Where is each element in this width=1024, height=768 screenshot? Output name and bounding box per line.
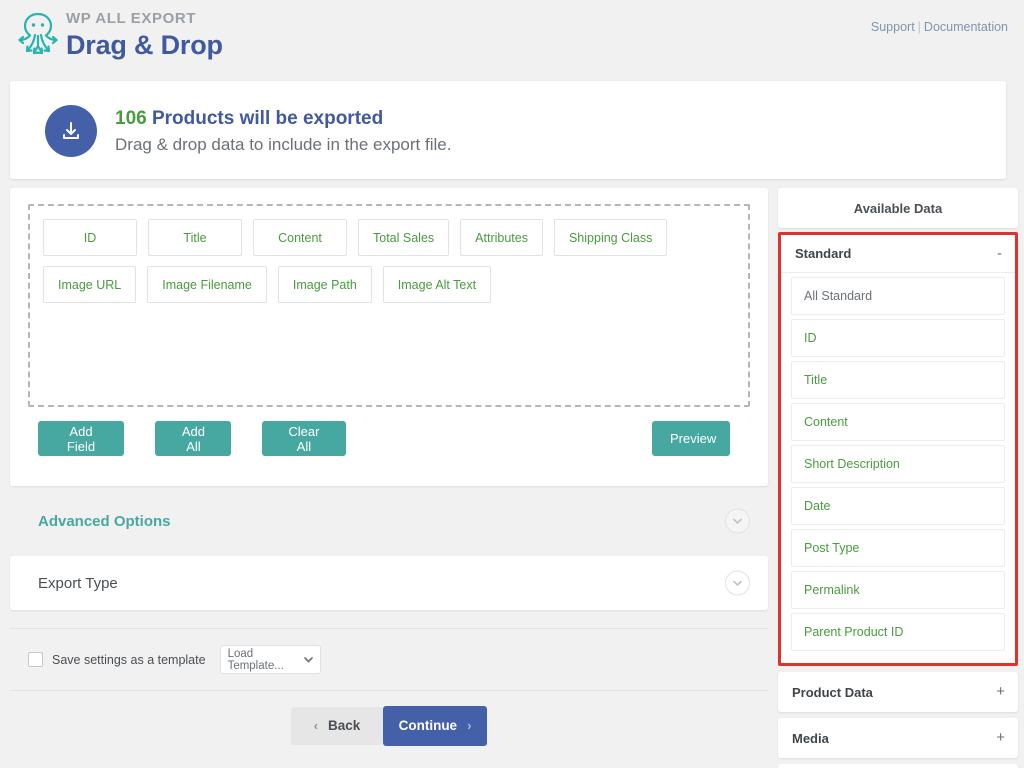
load-template-value: Load Template... [227, 647, 284, 672]
download-icon [45, 105, 97, 157]
preview-button[interactable]: Preview [652, 421, 730, 456]
list-item[interactable]: Short Description [791, 445, 1005, 483]
brand-block: WP ALL EXPORT Drag & Drop [66, 10, 223, 61]
available-data-title: Available Data [778, 188, 1018, 228]
field-chip[interactable]: ID [43, 219, 137, 256]
load-template-select[interactable]: Load Template... [219, 645, 321, 674]
notice-text: 106 Products will be exported Drag & dro… [115, 106, 451, 157]
field-chip[interactable]: Image Alt Text [382, 266, 492, 303]
continue-button-label: Continue [398, 718, 458, 733]
support-link[interactable]: Support [871, 20, 915, 34]
field-chip[interactable]: Image URL [43, 266, 137, 303]
drag-drop-card: ID Title Content Total Sales Attributes … [10, 188, 768, 486]
collapse-minus-icon[interactable]: - [997, 246, 1002, 261]
notice-headline: 106 Products will be exported [115, 106, 451, 131]
notice-subtext: Drag & drop data to include in the expor… [115, 135, 452, 154]
chevron-down-icon [303, 654, 313, 666]
clear-all-button[interactable]: Clear All [261, 421, 346, 456]
page-title: Drag & Drop [66, 30, 223, 60]
list-item[interactable]: Post Type [791, 529, 1005, 567]
header-links: Support | Documentation [871, 20, 1008, 34]
available-data-sidebar: Available Data Standard - All Standard I… [778, 188, 1018, 768]
list-item[interactable]: All Standard [791, 277, 1005, 315]
field-chip[interactable]: Attributes [460, 219, 543, 256]
main-column: ID Title Content Total Sales Attributes … [10, 188, 768, 610]
octopus-logo-icon [12, 8, 64, 60]
expand-plus-icon[interactable]: + [996, 730, 1005, 745]
expand-plus-icon[interactable]: + [996, 684, 1005, 699]
field-chip[interactable]: Image Path [277, 266, 372, 303]
field-chip[interactable]: Total Sales [358, 219, 450, 256]
export-type-section[interactable]: Export Type [10, 556, 768, 610]
export-fields-dropzone[interactable]: ID Title Content Total Sales Attributes … [28, 204, 750, 407]
wizard-nav: ‹ Back Continue › [10, 690, 768, 760]
back-button-label: Back [328, 718, 361, 733]
list-item[interactable]: Permalink [791, 571, 1005, 609]
back-button[interactable]: ‹ Back [291, 706, 383, 745]
save-template-checkbox[interactable] [28, 652, 43, 667]
save-template-label: Save settings as a template [52, 652, 206, 667]
list-item[interactable]: Date [791, 487, 1005, 525]
standard-items-list: All Standard ID Title Content Short Desc… [781, 273, 1015, 663]
field-chip[interactable]: Shipping Class [553, 219, 668, 256]
export-count: 106 [115, 108, 147, 129]
chevron-down-icon[interactable] [725, 570, 750, 596]
list-item[interactable]: Parent Product ID [791, 613, 1005, 651]
advanced-options-section[interactable]: Advanced Options [10, 494, 768, 548]
export-type-label: Export Type [38, 574, 118, 592]
field-toolbar: Add Field Add All Clear All Preview [38, 421, 750, 456]
sidebar-section-media[interactable]: Media + [778, 718, 1018, 758]
export-count-suffix: Products will be exported [146, 108, 384, 129]
section-label: Media [792, 730, 829, 746]
add-field-button[interactable]: Add Field [38, 421, 124, 456]
continue-button[interactable]: Continue › [383, 705, 487, 746]
advanced-options-label: Advanced Options [38, 512, 171, 530]
list-item[interactable]: Content [791, 403, 1005, 441]
link-separator: | [917, 20, 921, 34]
add-all-button[interactable]: Add All [155, 421, 232, 456]
list-item[interactable]: ID [791, 319, 1005, 357]
list-item[interactable]: Title [791, 361, 1005, 399]
sidebar-section-taxonomies[interactable]: Taxonomies + [778, 764, 1018, 768]
app-header: WP ALL EXPORT Drag & Drop Support | Docume… [0, 0, 1024, 72]
standard-section-header[interactable]: Standard - [781, 235, 1015, 273]
chevron-left-icon: ‹ [313, 718, 319, 733]
chevron-right-icon: › [467, 718, 472, 733]
standard-section-highlight: Standard - All Standard ID Title Content… [778, 232, 1018, 666]
field-chip[interactable]: Title [148, 219, 242, 256]
field-chip[interactable]: Content [253, 219, 347, 256]
standard-section-label: Standard [795, 246, 852, 261]
documentation-link[interactable]: Documentation [924, 20, 1008, 34]
sidebar-section-product-data[interactable]: Product Data + [778, 672, 1018, 712]
section-label: Product Data [792, 684, 873, 700]
chevron-down-icon[interactable] [725, 508, 750, 534]
save-template-row: Save settings as a template Load Templat… [10, 628, 768, 690]
field-chip[interactable]: Image Filename [147, 266, 267, 303]
page-root: WP ALL EXPORT Drag & Drop Support | Docume… [0, 0, 1024, 768]
brand-kicker: WP ALL EXPORT [66, 10, 197, 27]
